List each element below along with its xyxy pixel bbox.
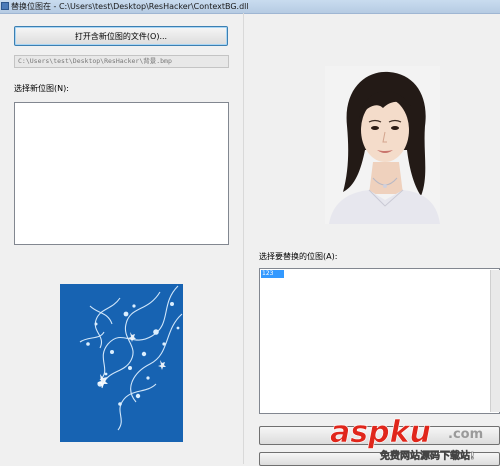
- watermark-tld: .com: [448, 427, 483, 442]
- watermark-brand: aspku: [330, 415, 431, 450]
- replace-list-item-selected[interactable]: 123: [261, 270, 284, 278]
- watermark-tagline: 免费网站源码下载站!: [380, 449, 475, 462]
- file-path-field: C:\Users\test\Desktop\ResHacker\背景.bmp: [14, 55, 229, 68]
- new-bitmap-label: 选择新位图(N):: [14, 84, 69, 93]
- site-watermark: aspku .com 免费网站源码下载站!: [328, 408, 500, 464]
- resource-hacker-icon: [1, 2, 9, 10]
- watermark-logo: aspku .com 免费网站源码下载站!: [330, 415, 483, 463]
- replace-bitmap-list[interactable]: [259, 268, 500, 414]
- replace-list-scrollbar[interactable]: [490, 270, 500, 412]
- window-title: 替换位图在 - C:\Users\test\Desktop\ResHacker\…: [11, 2, 249, 11]
- new-bitmap-preview: [60, 284, 183, 442]
- open-file-button[interactable]: 打开含新位图的文件(O)...: [14, 26, 228, 46]
- window-titlebar[interactable]: 替换位图在 - C:\Users\test\Desktop\ResHacker\…: [0, 0, 500, 14]
- panel-divider: [243, 13, 244, 464]
- new-bitmap-list[interactable]: [14, 102, 229, 245]
- open-file-button-label: 打开含新位图的文件(O)...: [74, 31, 168, 41]
- current-bitmap-preview: [325, 66, 440, 224]
- replace-bitmap-label: 选择要替换的位图(A):: [259, 252, 338, 261]
